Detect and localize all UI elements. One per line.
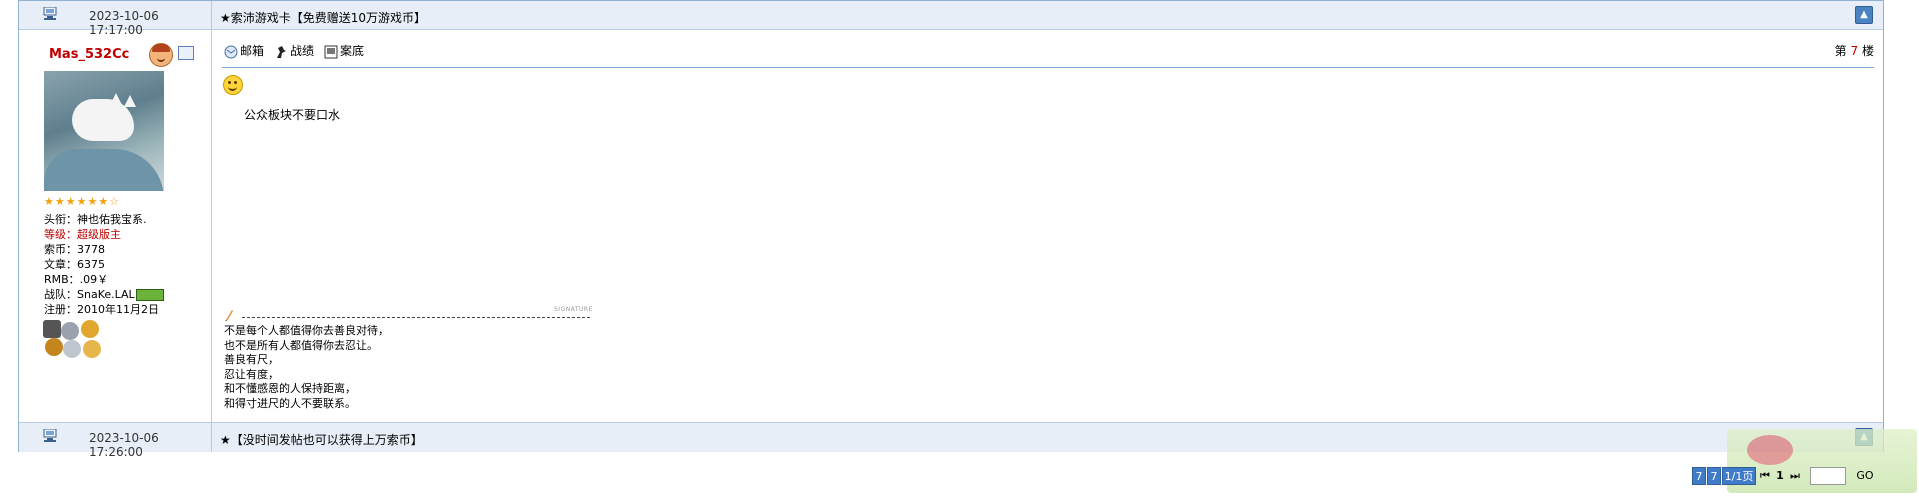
user-level: 等级：超级版主	[44, 228, 121, 241]
user-panel: Mas_532Cc ★★★★★★☆ 头衔：神也佑我宝系. 等级：超级版主 索币：…	[19, 30, 212, 422]
signature-divider: SIGNATURE	[224, 306, 593, 323]
medal-icon	[61, 322, 79, 340]
post-header: 2023-10-06 17:17:00 ★索沛游戏卡【免费赠送10万游戏币】 ▲	[19, 1, 1883, 37]
mail-icon	[224, 45, 238, 58]
signature-line: 和得寸进尺的人不要联系。	[224, 396, 356, 410]
signature-label: SIGNATURE	[554, 306, 593, 313]
up-arrow-icon[interactable]: ▲	[1855, 6, 1873, 24]
message-icon[interactable]	[178, 46, 194, 60]
user-team[interactable]: 战队：SnaKe.LAL	[44, 288, 135, 301]
face-icon	[149, 43, 173, 67]
header-left-cell: 2023-10-06 17:17:00	[19, 1, 212, 37]
floor-number: 第 7 楼	[1834, 44, 1874, 58]
case-label: 案底	[340, 44, 365, 58]
team-badge-icon	[135, 289, 164, 301]
post-content: 公众板块不要口水	[244, 108, 341, 122]
signature-line: 和不懂感恩的人保持距离，	[224, 382, 356, 395]
record-icon	[277, 45, 286, 58]
user-info: 头衔：神也佑我宝系. 等级：超级版主 索币：3778 文章：6375 RMB：.…	[44, 212, 209, 317]
per-page-count: 7	[1707, 467, 1721, 485]
computer-icon	[43, 429, 57, 442]
medal-icon	[43, 320, 61, 338]
signature-line: 善良有尺，	[224, 353, 279, 366]
user-title: 头衔：神也佑我宝系.	[44, 213, 147, 226]
signature-line: 也不是所有人都值得你去忍让。	[224, 338, 378, 352]
user-rmb: RMB：.09￥	[44, 273, 109, 286]
medal-icon	[83, 340, 101, 358]
goto-page-input[interactable]	[1810, 467, 1846, 485]
medal-icon	[63, 340, 81, 358]
username[interactable]: Mas_532Cc	[49, 47, 129, 62]
signature: 不是每个人都值得你去善良对待， 也不是所有人都值得你去忍让。 善良有尺， 忍让有…	[224, 324, 389, 411]
mail-button[interactable]: 邮箱	[224, 42, 264, 59]
post-title[interactable]: ★【没时间发帖也可以获得上万索币】	[220, 431, 423, 448]
post-date: 2023-10-06 17:26:00	[89, 431, 159, 459]
record-label: 战绩	[290, 44, 315, 58]
case-button[interactable]: 案底	[324, 42, 364, 59]
avatar[interactable]	[44, 71, 164, 191]
medal-icon	[45, 338, 63, 356]
total-count: 7	[1692, 467, 1706, 485]
post-body: 邮箱 战绩 案底 第 7 楼 公众板块不要口水 SIGNATURE 不是每个人都…	[212, 30, 1883, 422]
case-icon	[324, 45, 338, 58]
post-title[interactable]: ★索沛游戏卡【免费赠送10万游戏币】	[220, 9, 426, 26]
signature-line: 不是每个人都值得你去善良对待，	[224, 324, 389, 337]
pen-icon	[225, 310, 233, 321]
signature-line: 忍让有度，	[224, 367, 279, 381]
medal-icon	[81, 320, 99, 338]
first-page-icon[interactable]: ⏮	[1758, 467, 1772, 485]
current-page[interactable]: 1	[1774, 467, 1786, 485]
medals	[43, 320, 113, 358]
header-left-cell: 2023-10-06 17:26:00	[19, 423, 212, 459]
divider	[222, 67, 1874, 68]
last-page-icon[interactable]: ⏭	[1788, 467, 1802, 485]
smiley-icon	[223, 75, 243, 95]
goto-button[interactable]: GO	[1852, 467, 1878, 485]
page-of-pages: 1/1页	[1722, 467, 1756, 485]
mail-label: 邮箱	[240, 44, 265, 58]
computer-icon	[43, 7, 57, 20]
rank-stars: ★★★★★★☆	[44, 195, 121, 208]
record-button[interactable]: 战绩	[274, 42, 314, 59]
user-team-row: 战队：SnaKe.LAL	[44, 287, 209, 302]
user-reg: 注册：2010年11月2日	[44, 303, 159, 316]
user-posts: 文章：6375	[44, 258, 105, 271]
user-coins: 索币：3778	[44, 243, 105, 256]
post-1: 2023-10-06 17:17:00 ★索沛游戏卡【免费赠送10万游戏币】 ▲…	[18, 0, 1884, 459]
post-2-header: 2023-10-06 17:26:00 ★【没时间发帖也可以获得上万索币】 ▲	[19, 422, 1883, 459]
